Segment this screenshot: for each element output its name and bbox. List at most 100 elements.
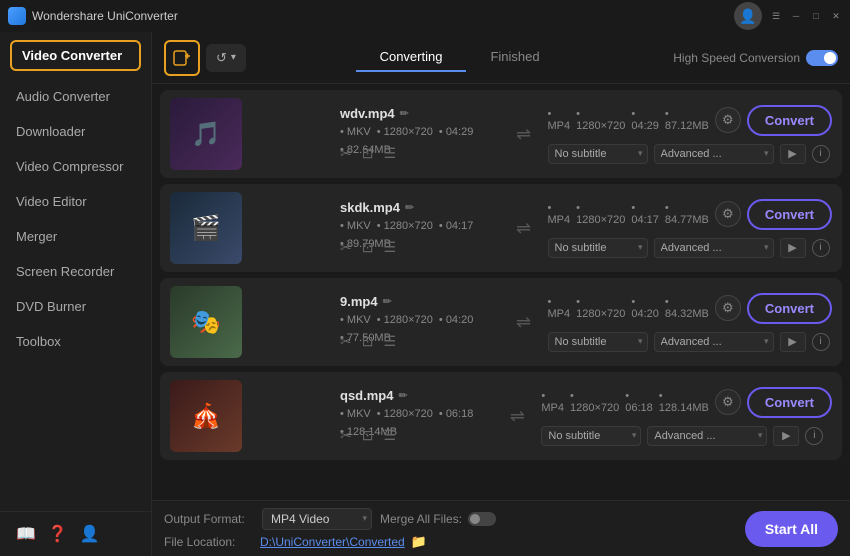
sidebar-item-video-converter[interactable]: Video Converter	[10, 40, 141, 71]
file-actions: ✂ ⊡ ☰	[340, 239, 396, 256]
edit-filename-icon[interactable]: ✏	[383, 295, 392, 308]
settings-icon[interactable]: ⚙	[715, 107, 741, 133]
subtitle-select-wrapper: No subtitle Add subtitle	[541, 426, 641, 446]
rotate-button[interactable]: ↺ ▾	[206, 44, 246, 72]
crop-icon[interactable]: ⊡	[362, 239, 374, 256]
output-controls: ⚙ Convert	[715, 293, 832, 324]
advanced-select[interactable]: Advanced ... Advanced settings	[647, 426, 767, 446]
preview-button[interactable]: ▶	[780, 238, 806, 258]
tab-converting[interactable]: Converting	[356, 43, 467, 72]
sidebar-item-screen-recorder[interactable]: Screen Recorder	[0, 254, 151, 289]
trim-icon[interactable]: ✂	[340, 239, 352, 256]
profile-icon[interactable]: 👤	[80, 524, 100, 544]
input-format: • MKV	[340, 408, 371, 420]
sidebar-item-dvd-burner[interactable]: DVD Burner	[0, 289, 151, 324]
subtitle-select[interactable]: No subtitle Add subtitle	[548, 238, 648, 258]
preview-button[interactable]: ▶	[773, 426, 799, 446]
output-meta: • MP4 • 1280×720 • 04:29 • 87.12MB	[548, 108, 709, 132]
edit-filename-icon[interactable]: ✏	[400, 107, 409, 120]
edit-filename-icon[interactable]: ✏	[398, 389, 407, 402]
edit-filename-icon[interactable]: ✏	[405, 201, 414, 214]
swap-icon: ⇌	[510, 406, 525, 427]
file-name: wdv.mp4	[340, 106, 395, 121]
menu-icon[interactable]: ☰	[770, 10, 782, 22]
settings-icon[interactable]: ⚙	[715, 389, 741, 415]
help-icon[interactable]: ❓	[48, 524, 68, 544]
output-controls: ⚙ Convert	[715, 387, 832, 418]
arrow-area: ⇌	[508, 124, 540, 145]
start-all-button[interactable]: Start All	[745, 511, 838, 547]
convert-button[interactable]: Convert	[747, 105, 832, 136]
output-format-select[interactable]: MP4 Video MKV Video AVI Video MOV Video	[262, 508, 372, 530]
thumbnail-image: 🎬	[170, 192, 242, 264]
window-controls: 👤 ☰ ─ □ ✕	[734, 2, 842, 30]
output-format: • MP4	[548, 202, 571, 226]
app-title: Wondershare UniConverter	[32, 9, 734, 23]
advanced-select[interactable]: Advanced ... Advanced settings	[654, 144, 774, 164]
user-avatar[interactable]: 👤	[734, 2, 762, 30]
subtitle-icon[interactable]: ☰	[383, 145, 396, 162]
settings-icon[interactable]: ⚙	[715, 201, 741, 227]
trim-icon[interactable]: ✂	[340, 427, 352, 444]
file-location-path[interactable]: D:\UniConverter\Converted	[260, 535, 405, 549]
sidebar-item-audio-converter[interactable]: Audio Converter	[0, 79, 151, 114]
sidebar-item-downloader[interactable]: Downloader	[0, 114, 151, 149]
info-button[interactable]: i	[812, 333, 830, 351]
convert-button[interactable]: Convert	[747, 387, 832, 418]
title-bar: Wondershare UniConverter 👤 ☰ ─ □ ✕	[0, 0, 850, 32]
toolbar-left: ↺ ▾	[164, 40, 246, 76]
preview-button[interactable]: ▶	[780, 144, 806, 164]
advanced-select[interactable]: Advanced ... Advanced settings	[654, 332, 774, 352]
restore-button[interactable]: □	[810, 10, 822, 22]
minimize-button[interactable]: ─	[790, 10, 802, 22]
subtitle-row: No subtitle Add subtitle Advanced ... Ad…	[541, 426, 832, 446]
advanced-select-wrapper: Advanced ... Advanced settings	[654, 238, 774, 258]
subtitle-select[interactable]: No subtitle Add subtitle	[541, 426, 641, 446]
info-button[interactable]: i	[805, 427, 823, 445]
file-name-row: 9.mp4 ✏	[340, 294, 392, 309]
file-location-label: File Location:	[164, 535, 254, 549]
advanced-select[interactable]: Advanced ... Advanced settings	[654, 238, 774, 258]
trim-icon[interactable]: ✂	[340, 333, 352, 350]
output-top: • MP4 • 1280×720 • 04:29 • 87.12MB ⚙ Con…	[548, 105, 833, 136]
output-top: • MP4 • 1280×720 • 04:20 • 84.32MB ⚙ Con…	[548, 293, 833, 324]
subtitle-select[interactable]: No subtitle Add subtitle	[548, 332, 648, 352]
input-resolution: • 1280×720	[377, 314, 433, 326]
settings-icon[interactable]: ⚙	[715, 295, 741, 321]
add-files-button[interactable]	[164, 40, 200, 76]
crop-icon[interactable]: ⊡	[362, 333, 374, 350]
subtitle-select[interactable]: No subtitle Add subtitle	[548, 144, 648, 164]
subtitle-icon[interactable]: ☰	[383, 333, 396, 350]
sidebar-item-video-compressor[interactable]: Video Compressor	[0, 149, 151, 184]
sidebar-item-merger[interactable]: Merger	[0, 219, 151, 254]
subtitle-icon[interactable]: ☰	[383, 427, 396, 444]
crop-icon[interactable]: ⊡	[362, 427, 374, 444]
subtitle-select-wrapper: No subtitle Add subtitle	[548, 144, 648, 164]
info-button[interactable]: i	[812, 239, 830, 257]
merge-toggle: Merge All Files:	[380, 512, 496, 526]
file-item: 🎵 wdv.mp4 ✏ • MKV • 1280×720 • 04:29 • 8…	[160, 90, 842, 178]
trim-icon[interactable]: ✂	[340, 145, 352, 162]
output-top: • MP4 • 1280×720 • 06:18 • 128.14MB ⚙ Co…	[541, 387, 832, 418]
info-button[interactable]: i	[812, 145, 830, 163]
sidebar-item-video-editor[interactable]: Video Editor	[0, 184, 151, 219]
tab-finished[interactable]: Finished	[466, 43, 563, 72]
close-button[interactable]: ✕	[830, 10, 842, 22]
convert-button[interactable]: Convert	[747, 199, 832, 230]
speed-toggle-switch[interactable]	[806, 50, 838, 66]
convert-button[interactable]: Convert	[747, 293, 832, 324]
file-list: 🎵 wdv.mp4 ✏ • MKV • 1280×720 • 04:29 • 8…	[152, 84, 850, 500]
subtitle-row: No subtitle Add subtitle Advanced ... Ad…	[548, 332, 833, 352]
input-duration: • 04:17	[439, 220, 473, 232]
folder-icon[interactable]: 📁	[411, 534, 427, 550]
book-icon[interactable]: 📖	[16, 524, 36, 544]
sidebar-item-toolbox[interactable]: Toolbox	[0, 324, 151, 359]
tab-group: Converting Finished	[254, 43, 665, 72]
crop-icon[interactable]: ⊡	[362, 145, 374, 162]
subtitle-select-wrapper: No subtitle Add subtitle	[548, 238, 648, 258]
preview-button[interactable]: ▶	[780, 332, 806, 352]
subtitle-icon[interactable]: ☰	[383, 239, 396, 256]
speed-label: High Speed Conversion	[673, 51, 800, 65]
sidebar-footer: 📖 ❓ 👤	[0, 511, 151, 556]
merge-toggle-switch[interactable]	[468, 512, 496, 526]
